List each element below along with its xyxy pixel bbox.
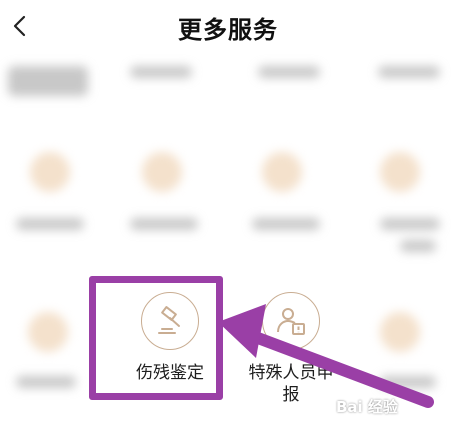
blurred-service: [0, 52, 456, 112]
watermark: Bai 经验: [336, 398, 398, 416]
service-label: 伤残鉴定: [136, 363, 204, 383]
blurred-service: [0, 132, 456, 282]
service-grid: [0, 52, 456, 440]
service-disability-appraisal[interactable]: 伤残鉴定: [115, 292, 225, 384]
page-title: 更多服务: [178, 16, 278, 44]
gavel-icon: [158, 306, 180, 334]
service-label: 特殊人员申: [248, 363, 334, 383]
person-alert-icon: [277, 308, 305, 335]
gavel-icon-circle: [141, 292, 199, 350]
service-label-line2: 报: [282, 385, 300, 405]
service-special-personnel-report[interactable]: 特殊人员申 报: [236, 292, 346, 406]
app-header: 更多服务: [0, 0, 456, 52]
person-alert-icon-circle: [262, 292, 320, 350]
